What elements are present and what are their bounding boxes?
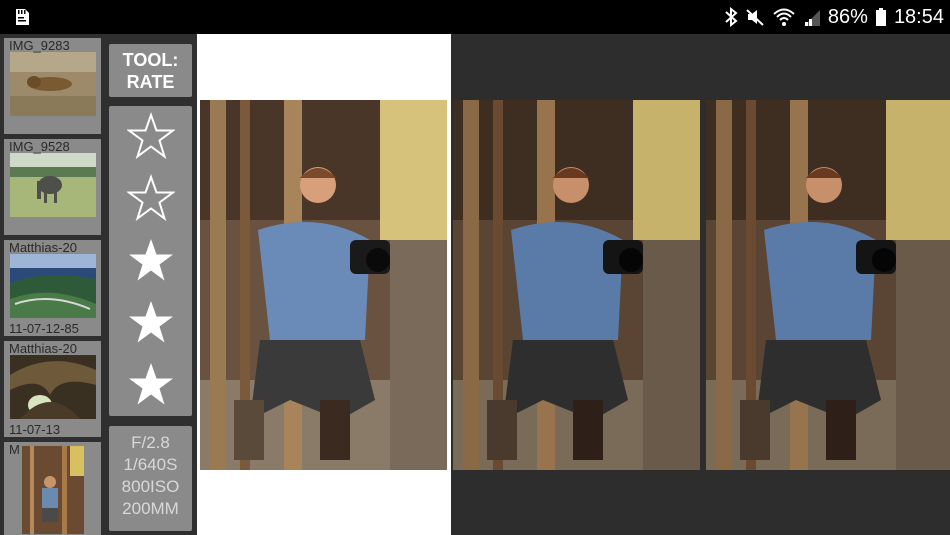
photo-preview[interactable] [200, 100, 447, 470]
thumbnail-image [10, 153, 96, 217]
sd-card-icon [12, 7, 32, 27]
star-filled-icon[interactable] [127, 236, 175, 284]
thumbnail-label: Matthias-20 [9, 240, 77, 255]
photo-compare-left[interactable] [453, 100, 700, 470]
star-filled-icon[interactable] [127, 360, 175, 408]
star-empty-icon[interactable] [127, 174, 175, 222]
tool-selector-button[interactable]: TOOL: RATE [109, 44, 192, 97]
thumbnail-label: IMG_9283 [9, 38, 70, 53]
battery-percent: 86% [827, 5, 868, 28]
status-bar: 86% 18:54 [0, 0, 950, 34]
photographer-photo [200, 100, 447, 470]
mute-icon [745, 7, 765, 27]
tool-panel: TOOL: RATE F/2.8 1/640S 800ISO 200MM [103, 34, 197, 535]
thumbnail-item[interactable]: IMG_9528 [4, 139, 101, 235]
thumbnail-item[interactable]: IMG_9283 [4, 38, 101, 134]
signal-icon [803, 7, 821, 27]
thumbnail-image [22, 446, 84, 534]
star-rating[interactable] [109, 106, 192, 416]
thumbnail-sublabel: 11-07-13 [9, 422, 61, 437]
clock: 18:54 [893, 5, 944, 28]
thumbnail-item[interactable]: Matthias-20 11-07-12-85 [4, 240, 101, 336]
photo-compare-right[interactable] [706, 100, 950, 470]
thumbnail-strip[interactable]: IMG_9283 IMG_9528 Matthias-20 11-07-12-8… [0, 34, 103, 535]
exif-focal-length: 200MM [122, 499, 179, 518]
tool-label: TOOL: [122, 50, 179, 70]
thumbnail-label: IMG_9528 [9, 139, 70, 154]
bluetooth-icon [724, 7, 738, 27]
exif-aperture: F/2.8 [131, 433, 170, 452]
photographer-photo [706, 100, 950, 470]
thumbnail-item[interactable]: M [4, 442, 101, 535]
thumbnail-image [10, 355, 96, 419]
star-filled-icon[interactable] [127, 298, 175, 346]
star-empty-icon[interactable] [127, 112, 175, 160]
photographer-photo [453, 100, 700, 470]
status-indicators: 86% 18:54 [724, 0, 944, 34]
wifi-icon [772, 7, 796, 27]
thumbnail-item[interactable]: Matthias-20 11-07-13 [4, 341, 101, 437]
exif-iso: 800ISO [121, 477, 180, 496]
exif-shutter: 1/640S [123, 455, 178, 474]
thumbnail-image [10, 52, 96, 116]
thumbnail-image [10, 254, 96, 318]
exif-info: F/2.8 1/640S 800ISO 200MM [109, 426, 192, 531]
tool-name: RATE [126, 72, 175, 92]
thumbnail-label: Matthias-20 [9, 341, 77, 356]
battery-icon [875, 7, 887, 27]
thumbnail-sublabel: 11-07-12-85 [9, 321, 79, 336]
thumbnail-label: M [9, 442, 20, 457]
